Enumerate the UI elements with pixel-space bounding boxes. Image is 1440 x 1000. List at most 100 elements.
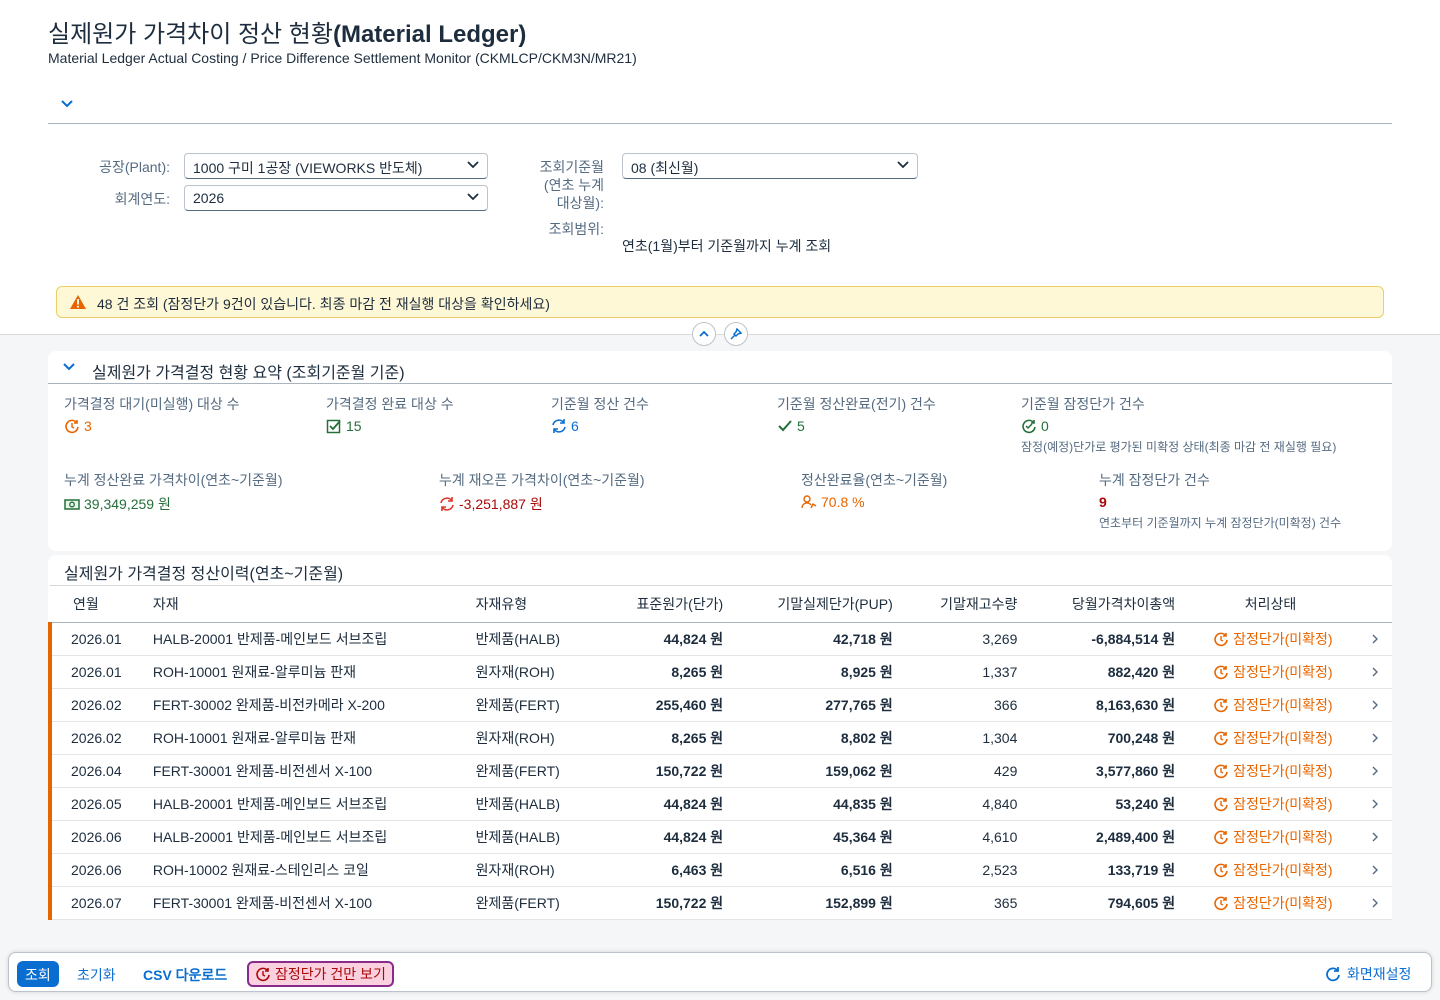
kpi-value: 9: [1099, 494, 1107, 510]
kpi-value: 70.8 %: [821, 494, 865, 510]
cell-material: HALB-20001 반제품-메인보드 서브조립: [144, 820, 468, 854]
cell-standard-cost: 150,722 원: [597, 754, 732, 788]
provisional-icon: [256, 967, 270, 982]
provisional-icon: [1214, 896, 1228, 911]
table-row[interactable]: 2026.04 FERT-30001 완제품-비전센서 X-100 완제품(FERT…: [48, 754, 1392, 788]
cell-stock-qty: 429: [900, 754, 1026, 788]
checkbox-icon: [326, 419, 341, 434]
cell-price-diff: 53,240 원: [1025, 787, 1184, 821]
provisional-icon: [1214, 665, 1228, 680]
provisional-icon: [1214, 698, 1228, 713]
row-navigation-icon[interactable]: [1358, 886, 1392, 920]
screen-reset-button[interactable]: 화면재설정: [1317, 961, 1419, 987]
status-text: 잠정단가(미확정): [1233, 862, 1333, 878]
sync-icon: [552, 419, 566, 433]
cell-price-diff: 133,719 원: [1025, 853, 1184, 887]
cell-material: HALB-20001 반제품-메인보드 서브조립: [144, 622, 468, 656]
search-button[interactable]: 조회: [17, 961, 59, 987]
cell-material-type: 완제품(FERT): [467, 886, 598, 920]
cell-material: ROH-10001 원재료-알루미늄 판재: [144, 721, 468, 755]
cell-material-type: 원자재(ROH): [467, 655, 598, 689]
table-row[interactable]: 2026.06 HALB-20001 반제품-메인보드 서브조립 반제품(HALB)…: [48, 820, 1392, 854]
collapse-header-button[interactable]: [692, 322, 716, 346]
cell-yearmonth: 2026.05: [48, 787, 145, 821]
month-select[interactable]: 08 (최신월): [622, 153, 918, 179]
col-header[interactable]: 자재: [144, 585, 468, 623]
cell-material-type: 원자재(ROH): [467, 721, 598, 755]
footer-toolbar: 조회 초기화 CSV 다운로드 잠정단가 건만 보기 화면재설정: [8, 952, 1432, 992]
cell-status: 잠정단가(미확정): [1183, 721, 1358, 755]
row-navigation-icon[interactable]: [1358, 622, 1392, 656]
col-header[interactable]: 자재유형: [467, 585, 598, 623]
table-row[interactable]: 2026.02 FERT-30002 완제품-비전카메라 X-200 완제품(FER…: [48, 688, 1392, 722]
cell-price-diff: 794,605 원: [1025, 886, 1184, 920]
cell-price-diff: 3,577,860 원: [1025, 754, 1184, 788]
chevron-right-icon: [1372, 766, 1378, 776]
table-row[interactable]: 2026.07 FERT-30001 완제품-비전센서 X-100 완제품(FERT…: [48, 886, 1392, 920]
cell-standard-cost: 8,265 원: [597, 721, 732, 755]
warning-icon: [70, 295, 86, 309]
row-navigation-icon[interactable]: [1358, 655, 1392, 689]
col-header[interactable]: 처리상태: [1183, 585, 1358, 623]
section-collapse-icon[interactable]: [62, 360, 76, 374]
reset-button[interactable]: 초기화: [69, 961, 124, 987]
table-row[interactable]: 2026.06 ROH-10002 원재료-스테인리스 코일 원자재(ROH) 6,4…: [48, 853, 1392, 887]
row-navigation-icon[interactable]: [1358, 688, 1392, 722]
cell-stock-qty: 365: [900, 886, 1026, 920]
cell-material-type: 완제품(FERT): [467, 688, 598, 722]
table-row[interactable]: 2026.02 ROH-10001 원재료-알루미늄 판재 원자재(ROH) 8,26…: [48, 721, 1392, 755]
table-row[interactable]: 2026.05 HALB-20001 반제품-메인보드 서브조립 반제품(HALB)…: [48, 787, 1392, 821]
cell-standard-cost: 150,722 원: [597, 886, 732, 920]
year-label: 회계연도:: [114, 191, 170, 207]
row-navigation-icon[interactable]: [1358, 754, 1392, 788]
cell-material-type: 반제품(HALB): [467, 622, 598, 656]
summary-title: 실제원가 가격결정 현황 요약 (조회기준월 기준): [92, 365, 405, 382]
cell-yearmonth: 2026.04: [48, 754, 145, 788]
cell-price-diff: 882,420 원: [1025, 655, 1184, 689]
kpi-value: 39,349,259 원: [84, 496, 171, 512]
col-header[interactable]: 당월가격차이총액: [1025, 585, 1184, 623]
table-row[interactable]: 2026.01 HALB-20001 반제품-메인보드 서브조립 반제품(HALB)…: [48, 622, 1392, 656]
status-text: 잠정단가(미확정): [1233, 631, 1333, 647]
col-header[interactable]: 표준원가(단가): [597, 585, 732, 623]
header-divider: [48, 123, 1392, 124]
money-icon: [64, 499, 80, 510]
plant-select[interactable]: 1000 구미 1공장 (VIEWORKS 반도체): [184, 153, 488, 179]
row-navigation-icon[interactable]: [1358, 787, 1392, 821]
kpi-cum-reopen: 누계 재오픈 가격차이(연초~기준월) -3,251,887 원: [439, 470, 645, 514]
provisional-icon: [1214, 731, 1228, 746]
cell-standard-cost: 44,824 원: [597, 622, 732, 656]
cell-material: HALB-20001 반제품-메인보드 서브조립: [144, 787, 468, 821]
kpi-value: 5: [797, 418, 805, 434]
row-navigation-icon[interactable]: [1358, 853, 1392, 887]
kpi-value: 0: [1041, 418, 1049, 434]
provisional-icon: [1022, 419, 1036, 434]
row-navigation-icon[interactable]: [1358, 721, 1392, 755]
header-collapse-chevron-icon[interactable]: [60, 96, 76, 112]
cell-price-diff: 700,248 원: [1025, 721, 1184, 755]
kpi-label: 가격결정 대기(미실행) 대상 수: [64, 396, 240, 412]
reopen-icon: [440, 497, 454, 511]
page-header: 실제원가 가격차이 정산 현황(Material Ledger) Materia…: [0, 0, 1440, 335]
col-header[interactable]: 기말실제단가(PUP): [731, 585, 901, 623]
cell-actual-price: 8,925 원: [731, 655, 901, 689]
status-text: 잠정단가(미확정): [1233, 829, 1333, 845]
pin-header-button[interactable]: [724, 322, 748, 346]
table-row[interactable]: 2026.01 ROH-10001 원재료-알루미늄 판재 원자재(ROH) 8,26…: [48, 655, 1392, 689]
csv-download-button[interactable]: CSV 다운로드: [135, 961, 235, 987]
chevron-right-icon: [1372, 667, 1378, 677]
row-navigation-icon[interactable]: [1358, 820, 1392, 854]
kpi-label: 누계 잠정단가 건수: [1099, 472, 1210, 488]
cell-status: 잠정단가(미확정): [1183, 688, 1358, 722]
provisional-only-label: 잠정단가 건만 보기: [275, 966, 386, 982]
kpi-month-settled: 기준월 정산 건수 6: [551, 394, 649, 434]
provisional-icon: [1214, 764, 1228, 779]
provisional-only-button[interactable]: 잠정단가 건만 보기: [247, 961, 394, 987]
cell-material-type: 원자재(ROH): [467, 853, 598, 887]
cell-price-diff: 2,489,400 원: [1025, 820, 1184, 854]
col-header[interactable]: 기말재고수량: [900, 585, 1026, 623]
cell-yearmonth: 2026.01: [48, 655, 145, 689]
col-header[interactable]: 연월: [50, 585, 145, 623]
provisional-icon: [1214, 797, 1228, 812]
year-select[interactable]: 2026: [184, 185, 488, 211]
